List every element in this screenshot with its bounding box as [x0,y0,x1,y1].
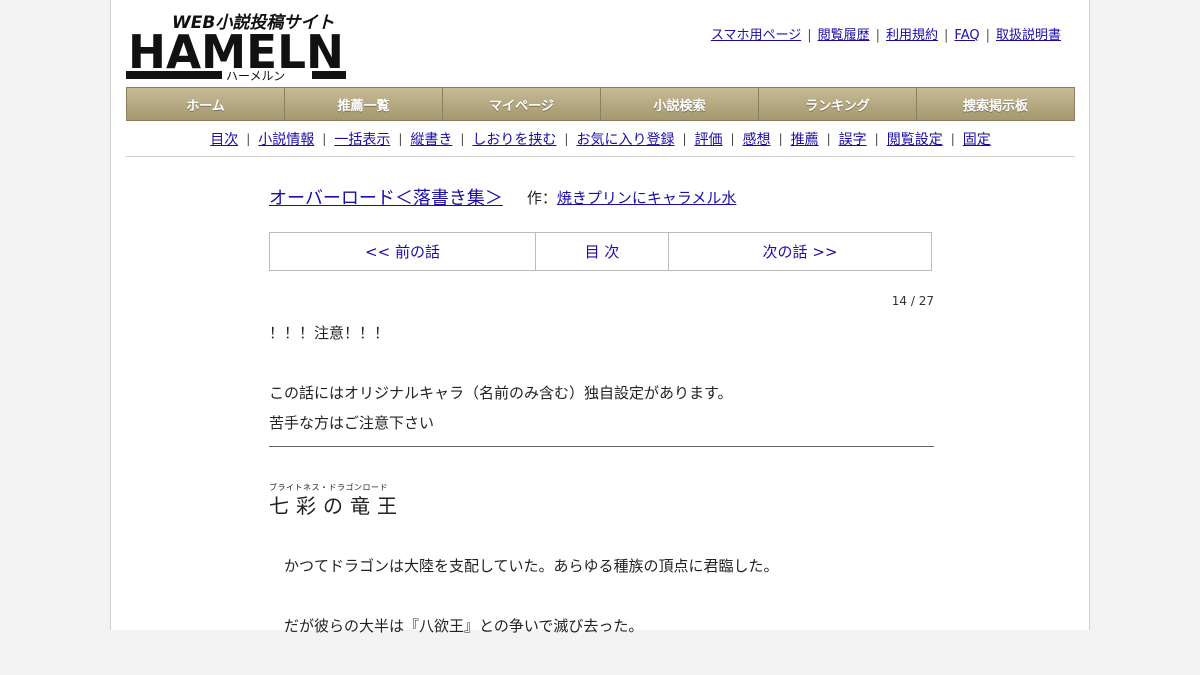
subnav-view-settings[interactable]: 閲覧設定 [887,129,943,149]
body-paragraph: だが彼らの大半は『八欲王』との争いで滅び去った。 [284,617,644,635]
nav-ranking[interactable]: ランキング [759,88,917,120]
subnav-toc[interactable]: 目次 [210,129,238,149]
nav-home[interactable]: ホーム [127,88,285,120]
nav-search-board[interactable]: 捜索掲示板 [917,88,1074,120]
notice-line: 苦手な方はご注意下さい [269,414,435,432]
subnav-vertical[interactable]: 縦書き [410,129,452,149]
notice-line [269,348,934,378]
subnav-rating[interactable]: 評価 [695,129,723,149]
notice-divider [269,446,934,447]
notice-line: この話にはオリジナルキャラ（名前のみ含む）独自設定があります。 [269,384,733,402]
site-logo[interactable]: WEB小説投稿サイト HAMELN ハーメルン [126,10,348,82]
toc-link[interactable]: 目 次 [536,233,669,270]
prev-chapter-link[interactable]: << 前の話 [270,233,536,270]
episode-count: 14 / 27 [891,294,934,308]
chapter-navigation: << 前の話 目 次 次の話 >> [269,232,932,271]
subnav-favorite[interactable]: お気に入り登録 [576,129,674,149]
nav-novel-search[interactable]: 小説検索 [601,88,759,120]
notice-line: ！！！注意！！！ [269,324,390,342]
author-label: 作： [526,188,557,207]
novel-sub-nav: 目次 | 小説情報 | 一括表示 | 縦書き | しおりを挟む | お気に入り登録 | 評価 | 感想 | 推薦… [126,122,1075,157]
link-smartphone[interactable]: スマホ用ページ [711,28,801,43]
subnav-pin[interactable]: 固定 [963,129,991,149]
link-history[interactable]: 閲覧履歴 [818,28,870,43]
nav-recommendations[interactable]: 推薦一覧 [285,88,443,120]
subnav-review[interactable]: 感想 [743,129,771,149]
subnav-novel-info[interactable]: 小説情報 [258,129,314,149]
main-nav: ホーム 推薦一覧 マイページ 小説検索 ランキング 捜索掲示板 [126,87,1075,121]
link-faq[interactable]: FAQ [954,28,979,43]
link-manual[interactable]: 取扱説明書 [996,28,1061,43]
nav-mypage[interactable]: マイページ [443,88,601,120]
chapter-title: ブライトネス・ドラゴンロード 七彩の竜王 [269,483,934,519]
hameln-logo-icon: WEB小説投稿サイト HAMELN ハーメルン [126,13,346,82]
chapter-title-ruby: ブライトネス・ドラゴンロード [269,483,388,492]
author-link[interactable]: 焼きプリンにキャラメル水 [557,187,737,208]
link-terms[interactable]: 利用規約 [886,28,938,43]
chapter-content: オーバーロード＜落書き集＞ 作： 焼きプリンにキャラメル水 << 前の話 目 次… [269,180,934,675]
chapter-body: かつてドラゴンは大陸を支配していた。あらゆる種族の頂点に君臨した。 だが彼らの大… [269,555,934,637]
subnav-show-all[interactable]: 一括表示 [334,129,390,149]
body-paragraph: かつてドラゴンは大陸を支配していた。あらゆる種族の頂点に君臨した。 [284,557,779,575]
chapter-title-text: 七彩の竜王 [269,494,404,518]
novel-title-line: オーバーロード＜落書き集＞ 作： 焼きプリンにキャラメル水 [269,180,934,214]
page-container: WEB小説投稿サイト HAMELN ハーメルン スマホ用ページ | 閲覧履歴 | 利用規… [110,0,1090,635]
subnav-bookmark[interactable]: しおりを挟む [472,129,556,149]
novel-title-link[interactable]: オーバーロード＜落書き集＞ [269,184,503,210]
author-notice: ！！！注意！！！ この話にはオリジナルキャラ（名前のみ含む）独自設定があります。… [269,318,934,438]
top-links: スマホ用ページ | 閲覧履歴 | 利用規約 | FAQ | 取扱説明書 [710,28,1061,43]
next-chapter-link[interactable]: 次の話 >> [669,233,931,270]
svg-text:ハーメルン: ハーメルン [226,69,285,82]
subnav-typo[interactable]: 誤字 [839,129,867,149]
subnav-recommend[interactable]: 推薦 [791,129,819,149]
